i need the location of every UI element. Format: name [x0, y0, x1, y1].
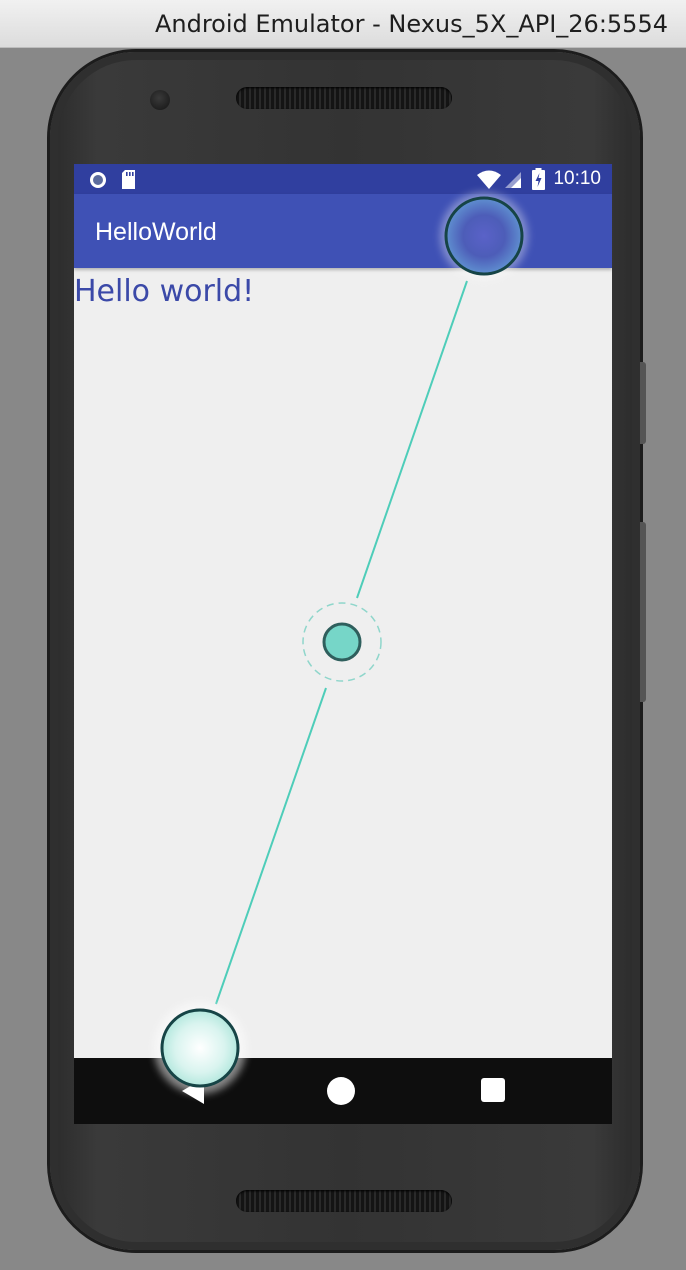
- pinch-line-lower: [215, 687, 327, 1005]
- touch-point-top[interactable]: [444, 196, 524, 276]
- touch-point-bottom[interactable]: [160, 1008, 240, 1088]
- pinch-line-upper: [356, 280, 468, 599]
- pinch-gesture-overlay: [154, 192, 528, 1094]
- pinch-center-marker[interactable]: [322, 622, 362, 662]
